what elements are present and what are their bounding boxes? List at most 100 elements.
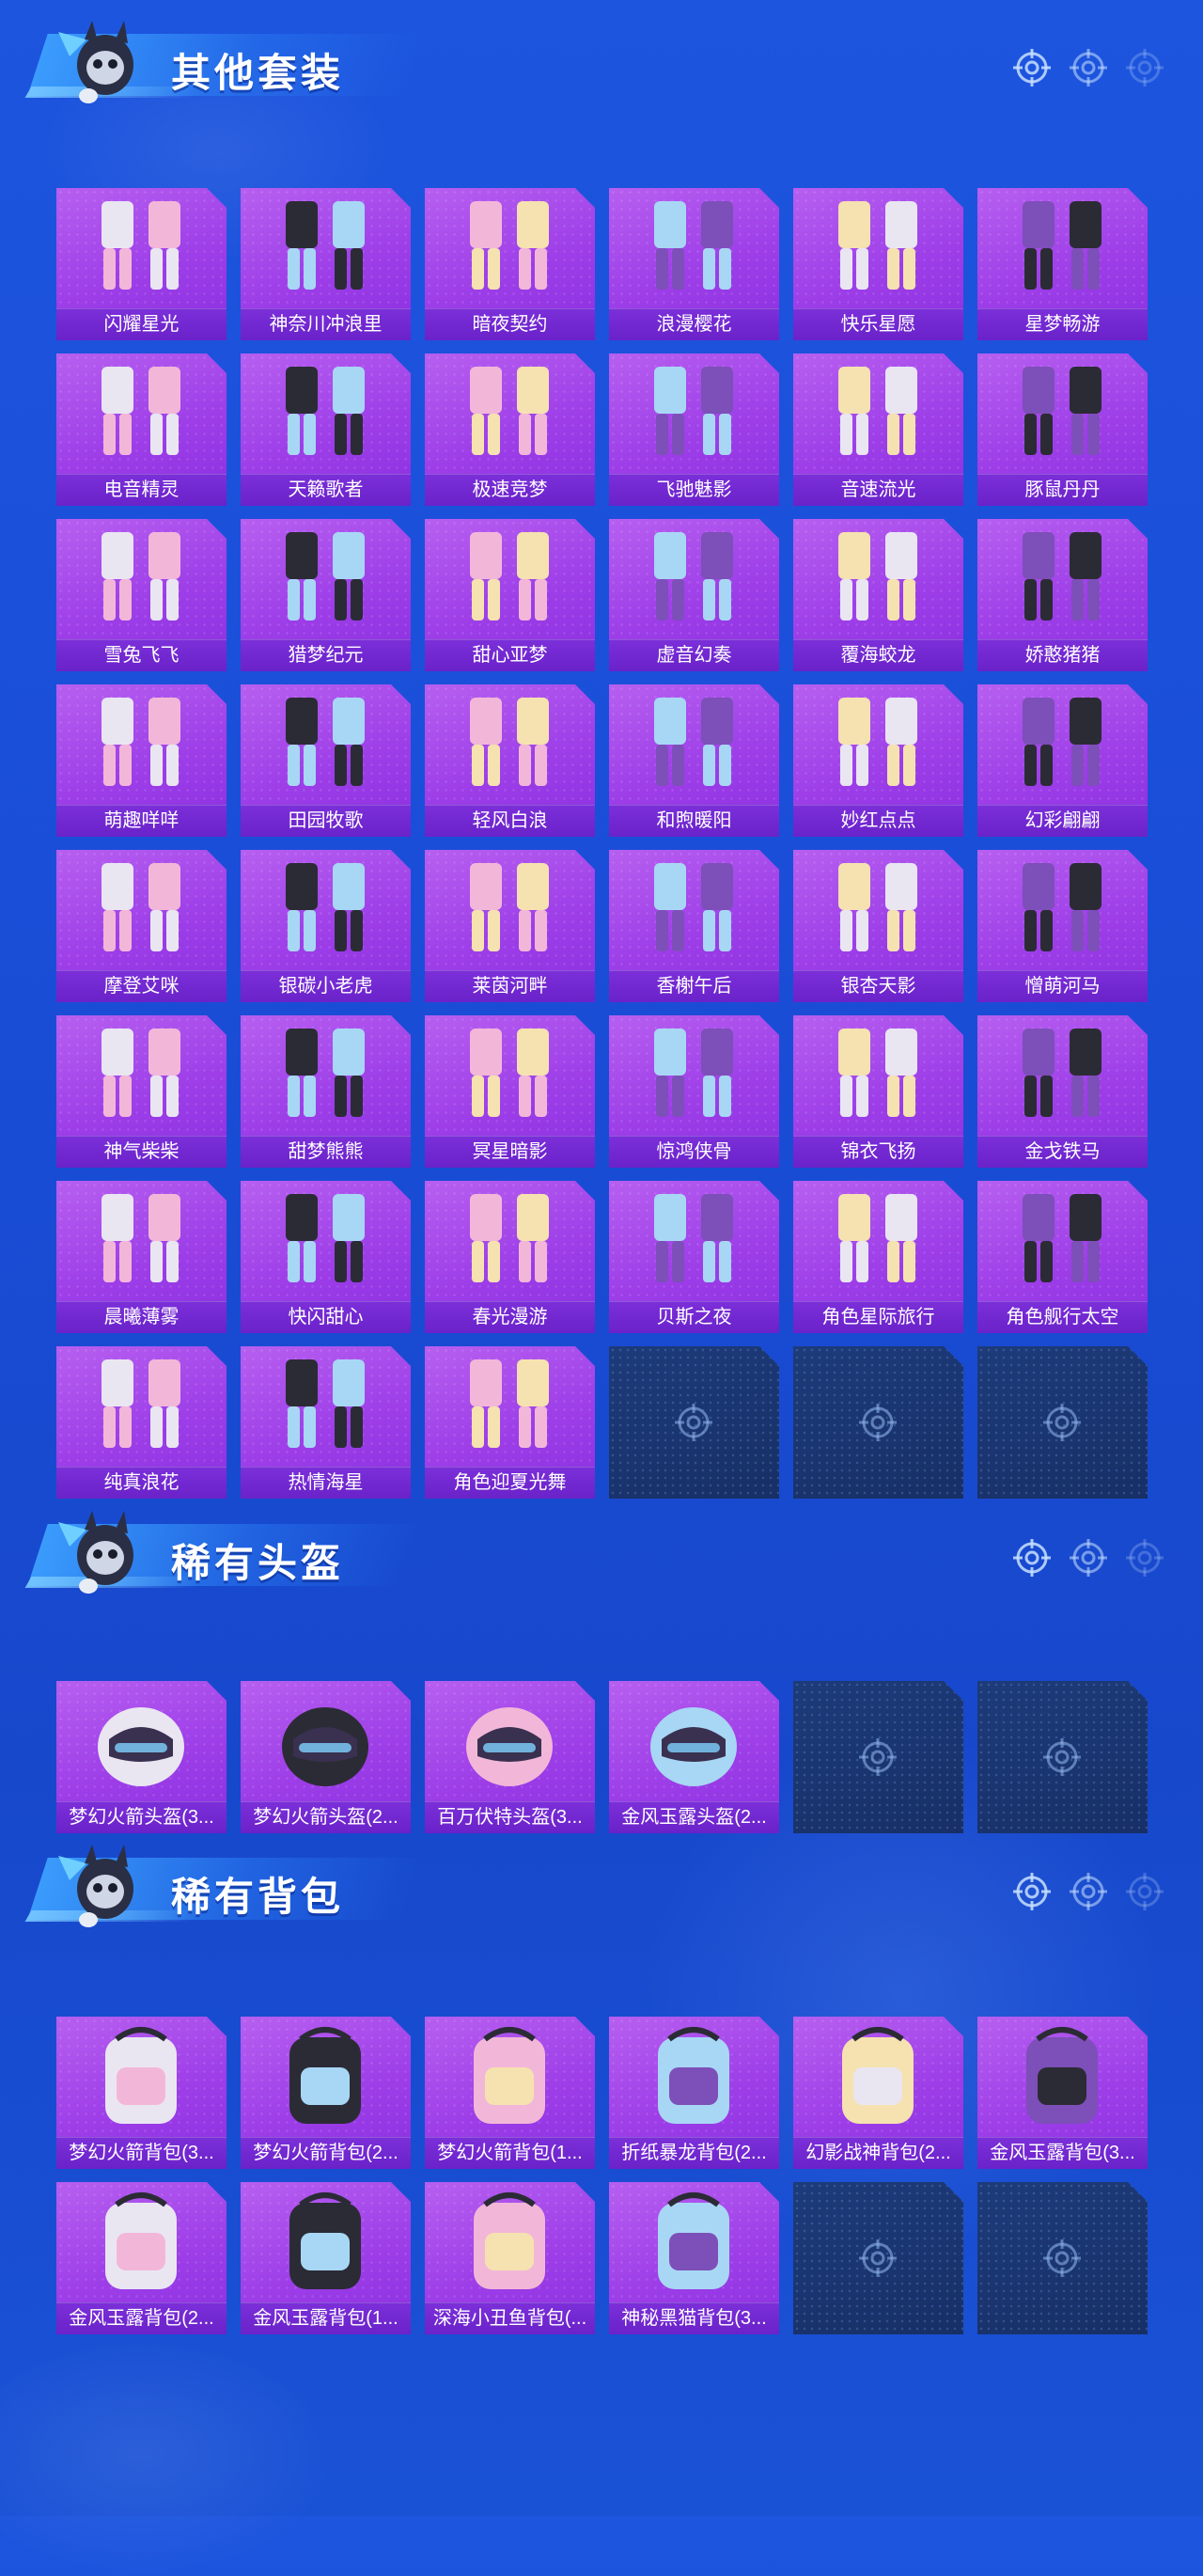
crosshair-icon [1126, 1873, 1164, 1910]
empty-slot [793, 1346, 963, 1499]
item-card[interactable]: 香榭午后 [609, 850, 779, 1002]
crosshair-icon [1126, 1539, 1164, 1577]
item-card[interactable]: 摩登艾咪 [56, 850, 227, 1002]
item-card[interactable]: 妙红点点 [793, 684, 963, 837]
item-card[interactable]: 神奈川冲浪里 [241, 188, 411, 340]
item-card[interactable]: 萌趣咩咩 [56, 684, 227, 837]
item-card[interactable]: 虚音幻奏 [609, 519, 779, 671]
item-card[interactable]: 幻影战神背包(2... [793, 2017, 963, 2169]
item-card[interactable]: 闪耀星光 [56, 188, 227, 340]
item-card[interactable]: 纯真浪花 [56, 1346, 227, 1499]
item-card[interactable]: 晨曦薄雾 [56, 1181, 227, 1333]
item-card[interactable]: 暗夜契约 [425, 188, 595, 340]
item-image [470, 1194, 549, 1282]
item-card[interactable]: 梦幻火箭背包(1... [425, 2017, 595, 2169]
item-card[interactable]: 百万伏特头盔(3... [425, 1681, 595, 1833]
item-card[interactable]: 电音精灵 [56, 353, 227, 506]
item-label: 晨曦薄雾 [56, 1301, 227, 1333]
item-label: 角色舰行太空 [977, 1301, 1148, 1333]
item-card[interactable]: 浪漫樱花 [609, 188, 779, 340]
crosshair-icon [1013, 49, 1051, 86]
item-card[interactable]: 星梦畅游 [977, 188, 1148, 340]
crosshair-icon [1126, 49, 1164, 86]
item-image [102, 698, 180, 786]
section-rare-helmets: 稀有头盔 梦幻火箭头盔(3... 梦幻火箭头盔(2... 百万伏特头盔(3... 金风… [0, 1490, 1203, 1833]
item-card[interactable]: 轻风白浪 [425, 684, 595, 837]
item-card[interactable]: 折纸暴龙背包(2... [609, 2017, 779, 2169]
item-card[interactable]: 覆海蛟龙 [793, 519, 963, 671]
item-card[interactable]: 银碳小老虎 [241, 850, 411, 1002]
item-card[interactable]: 梦幻火箭背包(3... [56, 2017, 227, 2169]
item-card[interactable]: 金风玉露背包(1... [241, 2182, 411, 2334]
item-image [842, 2027, 914, 2124]
item-card[interactable]: 冥星暗影 [425, 1015, 595, 1168]
item-card[interactable]: 深海小丑鱼背包(... [425, 2182, 595, 2334]
item-card[interactable]: 天籁歌者 [241, 353, 411, 506]
item-label: 幻彩翩翩 [977, 805, 1148, 837]
item-card[interactable]: 梦幻火箭头盔(2... [241, 1681, 411, 1833]
item-image [102, 201, 180, 290]
item-label: 梦幻火箭背包(1... [425, 2137, 595, 2169]
item-image [466, 1707, 553, 1786]
crosshair-icon [1013, 1539, 1051, 1577]
item-card[interactable]: 神气柴柴 [56, 1015, 227, 1168]
item-image [654, 863, 733, 951]
item-card[interactable]: 角色舰行太空 [977, 1181, 1148, 1333]
item-card[interactable]: 甜心亚梦 [425, 519, 595, 671]
item-card[interactable]: 飞驰魅影 [609, 353, 779, 506]
item-image [838, 1194, 917, 1282]
header-decor [1011, 1871, 1165, 1912]
item-label: 金风玉露背包(1... [241, 2302, 411, 2334]
item-card[interactable]: 幻彩翩翩 [977, 684, 1148, 837]
item-card[interactable]: 甜梦熊熊 [241, 1015, 411, 1168]
item-card[interactable]: 极速竞梦 [425, 353, 595, 506]
item-card[interactable]: 猎梦纪元 [241, 519, 411, 671]
crosshair-icon [1043, 2239, 1081, 2277]
item-card[interactable]: 银杏天影 [793, 850, 963, 1002]
item-card[interactable]: 惊鸿侠骨 [609, 1015, 779, 1168]
item-card[interactable]: 莱茵河畔 [425, 850, 595, 1002]
item-card[interactable]: 贝斯之夜 [609, 1181, 779, 1333]
item-image [470, 1029, 549, 1117]
item-card[interactable]: 快闪甜心 [241, 1181, 411, 1333]
item-image [286, 201, 365, 290]
item-label: 快闪甜心 [241, 1301, 411, 1333]
item-card[interactable]: 梦幻火箭背包(2... [241, 2017, 411, 2169]
item-card[interactable]: 金戈铁马 [977, 1015, 1148, 1168]
header-decor [1011, 1537, 1165, 1579]
item-card[interactable]: 金风玉露背包(2... [56, 2182, 227, 2334]
crosshair-icon [1043, 1738, 1081, 1776]
item-label: 梦幻火箭背包(3... [56, 2137, 227, 2169]
item-card[interactable]: 锦衣飞扬 [793, 1015, 963, 1168]
item-card[interactable]: 梦幻火箭头盔(3... [56, 1681, 227, 1833]
item-card[interactable]: 神秘黑猫背包(3... [609, 2182, 779, 2334]
item-label: 幻影战神背包(2... [793, 2137, 963, 2169]
item-card[interactable]: 和煦暖阳 [609, 684, 779, 837]
section-title: 稀有背包 [171, 1875, 345, 1919]
item-card[interactable]: 春光漫游 [425, 1181, 595, 1333]
item-card[interactable]: 田园牧歌 [241, 684, 411, 837]
item-card[interactable]: 雪兔飞飞 [56, 519, 227, 671]
item-card[interactable]: 豚鼠丹丹 [977, 353, 1148, 506]
empty-slot [977, 2182, 1148, 2334]
item-card[interactable]: 金风玉露头盔(2... [609, 1681, 779, 1833]
item-card[interactable]: 娇憨猪猪 [977, 519, 1148, 671]
item-image [98, 1707, 184, 1786]
item-image [838, 201, 917, 290]
item-image [654, 1029, 733, 1117]
item-card[interactable]: 角色迎夏光舞 [425, 1346, 595, 1499]
item-image [470, 1359, 549, 1448]
item-image [838, 1029, 917, 1117]
item-card[interactable]: 金风玉露背包(3... [977, 2017, 1148, 2169]
item-card[interactable]: 音速流光 [793, 353, 963, 506]
crosshair-icon [859, 1738, 897, 1776]
item-image [289, 2192, 361, 2289]
item-card[interactable]: 热情海星 [241, 1346, 411, 1499]
item-card[interactable]: 憎萌河马 [977, 850, 1148, 1002]
item-label: 雪兔飞飞 [56, 639, 227, 671]
item-card[interactable]: 快乐星愿 [793, 188, 963, 340]
item-label: 憎萌河马 [977, 970, 1148, 1002]
item-card[interactable]: 角色星际旅行 [793, 1181, 963, 1333]
empty-slot [793, 2182, 963, 2334]
section-header: 稀有头盔 [0, 1490, 1203, 1612]
